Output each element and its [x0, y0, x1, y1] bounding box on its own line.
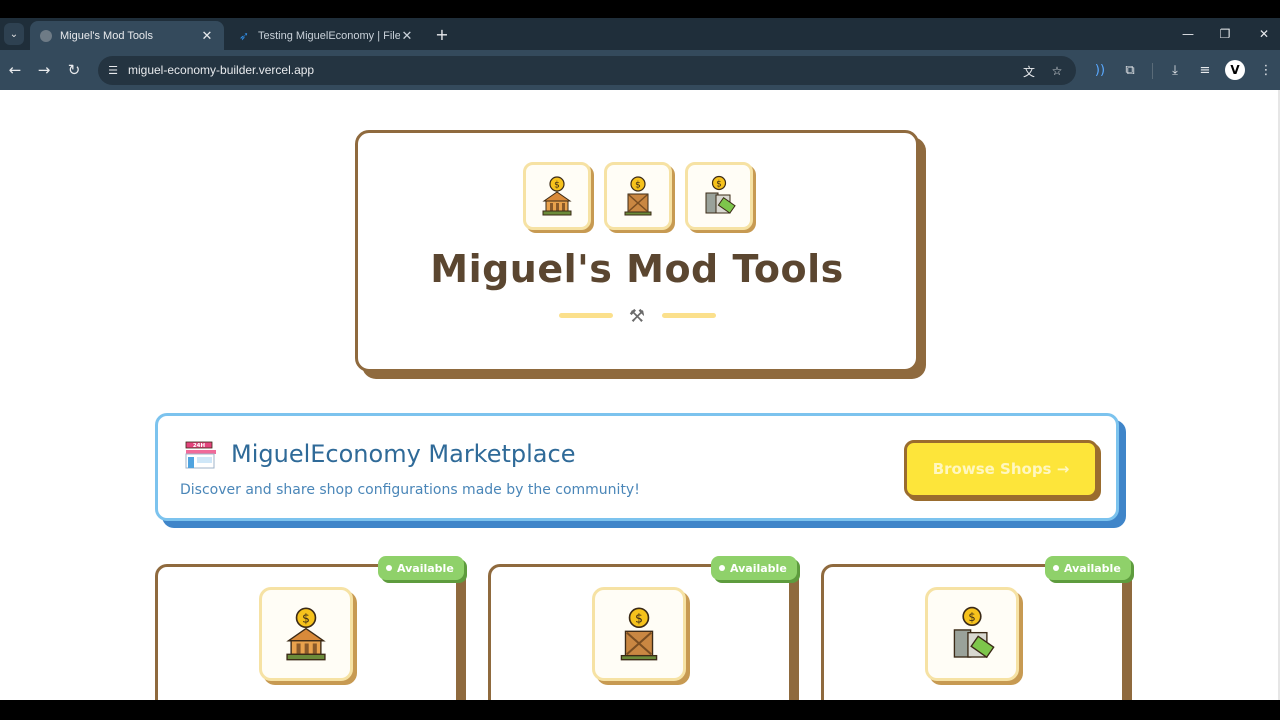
- tools-icon: ⚒: [628, 305, 646, 327]
- status-badge-label: Available: [1064, 561, 1121, 575]
- marketplace-title: MiguelEconomy Marketplace: [231, 440, 576, 468]
- atm-cash-icon: $: [925, 587, 1019, 681]
- close-icon[interactable]: ✕: [400, 28, 414, 44]
- tool-card-crate[interactable]: $: [488, 564, 792, 700]
- close-icon[interactable]: ✕: [200, 28, 214, 44]
- svg-text:24H: 24H: [193, 443, 206, 449]
- status-dot: [719, 565, 725, 571]
- status-badge: Available: [711, 556, 797, 580]
- status-dot: [1053, 565, 1059, 571]
- svg-text:$: $: [635, 612, 643, 626]
- extension-wave-icon[interactable]: )): [1090, 60, 1110, 80]
- page-viewport: $ $ $ Miguel's Mod Tools ⚒ 24H MiguelEco…: [0, 90, 1278, 700]
- reload-icon[interactable]: ↻: [63, 59, 85, 81]
- site-info-icon[interactable]: ☰: [106, 63, 120, 77]
- media-icon[interactable]: ≡: [1195, 60, 1215, 80]
- tab-title: Miguel's Mod Tools: [60, 29, 153, 42]
- back-icon[interactable]: ←: [4, 59, 26, 81]
- status-badge-label: Available: [397, 561, 454, 575]
- page-title: Miguel's Mod Tools: [430, 247, 844, 291]
- marketplace-banner: 24H MiguelEconomy Marketplace Discover a…: [155, 413, 1119, 521]
- globe-icon: [40, 29, 52, 42]
- tab-strip: ⌄ Miguel's Mod Tools ✕ ➶ Testing MiguelE…: [0, 18, 1280, 50]
- tool-card-bank[interactable]: $: [155, 564, 459, 700]
- puzzle-icon[interactable]: ⧉: [1120, 60, 1140, 80]
- svg-text:$: $: [635, 181, 641, 191]
- browse-shops-button[interactable]: Browse Shops →: [904, 440, 1098, 498]
- address-bar[interactable]: ☰ miguel-economy-builder.vercel.app 文 ☆: [98, 56, 1076, 85]
- crate-coin-icon: $: [592, 587, 686, 681]
- 24h-store-icon: 24H: [183, 438, 217, 472]
- download-icon[interactable]: ⤓: [1165, 60, 1185, 80]
- new-tab-button[interactable]: +: [432, 24, 452, 44]
- forward-icon[interactable]: →: [33, 59, 55, 81]
- marketplace-subtitle: Discover and share shop configurations m…: [180, 482, 640, 498]
- minimize-icon[interactable]: —: [1170, 22, 1206, 46]
- tool-card-atm[interactable]: $: [821, 564, 1125, 700]
- translate-icon[interactable]: 文: [1020, 62, 1038, 80]
- tab-testing-economy[interactable]: ➶ Testing MiguelEconomy | File M ✕: [228, 21, 424, 50]
- browser-toolbar: ← → ↻ ☰ miguel-economy-builder.vercel.ap…: [0, 50, 1280, 90]
- feather-icon: ➶: [238, 28, 250, 43]
- star-icon[interactable]: ☆: [1048, 62, 1066, 80]
- atm-cash-icon: $: [685, 162, 753, 230]
- tab-search-button[interactable]: ⌄: [4, 23, 24, 45]
- bank-coin-icon: $: [523, 162, 591, 230]
- close-window-icon[interactable]: ✕: [1246, 22, 1280, 46]
- status-badge: Available: [378, 556, 464, 580]
- svg-text:$: $: [554, 181, 560, 191]
- tab-mod-tools[interactable]: Miguel's Mod Tools ✕: [30, 21, 224, 50]
- hero-card: $ $ $ Miguel's Mod Tools ⚒: [355, 130, 919, 372]
- svg-text:$: $: [968, 610, 975, 624]
- status-dot: [386, 565, 392, 571]
- bank-coin-icon: $: [259, 587, 353, 681]
- menu-icon[interactable]: ⋮: [1256, 60, 1276, 80]
- restore-icon[interactable]: ❐: [1207, 22, 1243, 46]
- bottom-letterbox: [0, 700, 1280, 720]
- profile-avatar[interactable]: V: [1225, 60, 1245, 80]
- divider-line-left: [559, 313, 613, 318]
- url-text: miguel-economy-builder.vercel.app: [128, 63, 315, 77]
- divider-line-right: [662, 313, 716, 318]
- status-badge-label: Available: [730, 561, 787, 575]
- tab-title: Testing MiguelEconomy | File M: [258, 29, 400, 42]
- toolbar-divider: [1152, 63, 1153, 79]
- svg-text:$: $: [302, 612, 310, 626]
- status-badge: Available: [1045, 556, 1131, 580]
- svg-text:$: $: [716, 180, 721, 190]
- crate-coin-icon: $: [604, 162, 672, 230]
